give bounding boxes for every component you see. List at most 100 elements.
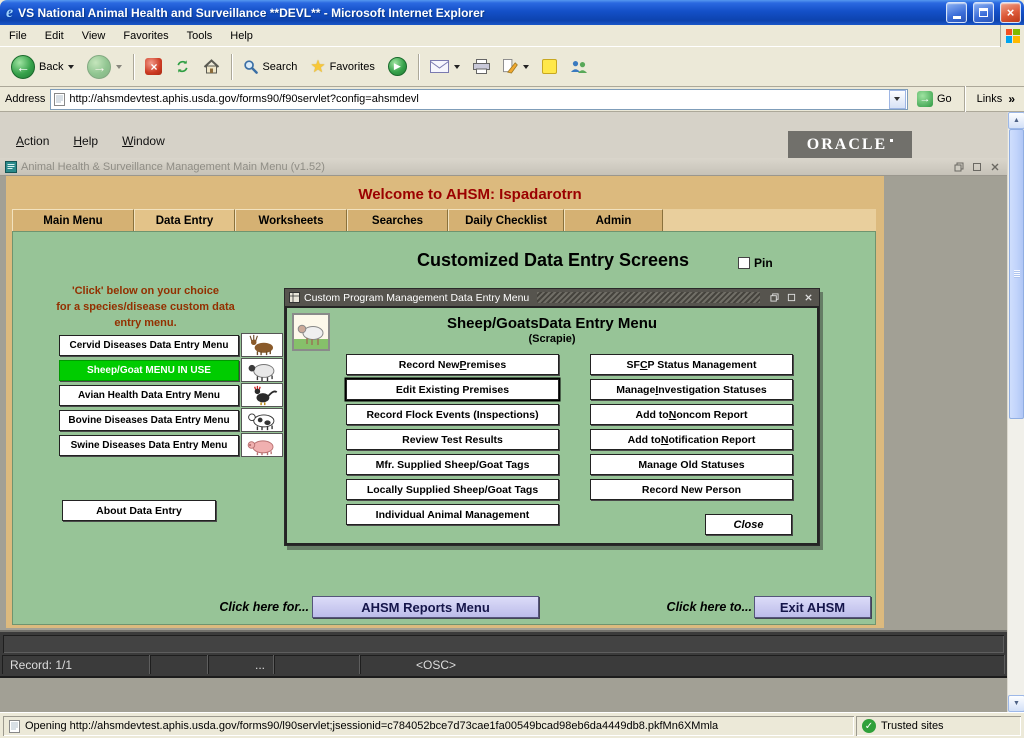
refresh-icon xyxy=(175,59,190,74)
close-dialog-button[interactable]: Close xyxy=(705,514,792,535)
status-field xyxy=(274,655,360,674)
rooster-icon xyxy=(241,383,283,407)
links-button[interactable]: Links » xyxy=(973,92,1019,106)
tab-admin[interactable]: Admin xyxy=(564,209,663,231)
address-input[interactable] xyxy=(69,91,885,108)
home-icon xyxy=(203,59,220,74)
avian-health-menu-button[interactable]: Avian Health Data Entry Menu xyxy=(59,385,239,406)
tab-main-menu[interactable]: Main Menu xyxy=(12,209,134,231)
record-indicator: Record: 1/1 xyxy=(2,655,150,674)
ahsm-reports-menu-button[interactable]: AHSM Reports Menu xyxy=(312,596,539,618)
discuss-button[interactable] xyxy=(537,56,562,77)
maximize-button[interactable] xyxy=(973,2,994,23)
sfcp-status-management-button[interactable]: SFCP Status Management xyxy=(590,354,793,375)
pin-label: Pin xyxy=(754,256,773,270)
mdi-close-icon[interactable] xyxy=(988,160,1002,173)
messenger-button[interactable] xyxy=(565,57,593,77)
scrollbar-thumb[interactable] xyxy=(1009,129,1024,419)
tab-worksheets[interactable]: Worksheets xyxy=(235,209,347,231)
menu-window[interactable]: Window xyxy=(122,134,165,148)
record-new-person-button[interactable]: Record New Person xyxy=(590,479,793,500)
mdi-restore-icon[interactable] xyxy=(952,160,966,173)
menu-help[interactable]: Help xyxy=(73,134,98,148)
locally-supplied-tags-button[interactable]: Locally Supplied Sheep/Goat Tags xyxy=(346,479,559,500)
back-icon: ← xyxy=(11,55,35,79)
scroll-up-button[interactable]: ▲ xyxy=(1008,112,1024,129)
go-icon: → xyxy=(917,91,933,107)
ie-window: e VS National Animal Health and Surveill… xyxy=(0,0,1024,738)
oracle-forms-applet: Action Help Window ORACLE Animal Health … xyxy=(0,112,1024,712)
record-new-premises-button[interactable]: Record New Premises xyxy=(346,354,559,375)
zone-label: Trusted sites xyxy=(881,720,944,732)
mfr-supplied-tags-button[interactable]: Mfr. Supplied Sheep/Goat Tags xyxy=(346,454,559,475)
menu-favorites[interactable]: Favorites xyxy=(114,27,177,45)
menu-view[interactable]: View xyxy=(73,27,115,45)
mdi-window-titlebar: Animal Health & Surveillance Management … xyxy=(0,158,1007,176)
dialog-close-icon[interactable] xyxy=(802,292,815,304)
media-button[interactable]: ▶ xyxy=(383,54,412,79)
address-label: Address xyxy=(5,93,45,105)
refresh-button[interactable] xyxy=(170,56,195,77)
menu-help[interactable]: Help xyxy=(221,27,262,45)
dialog-body: Sheep/GoatsData Entry Menu (Scrapie) Rec… xyxy=(285,306,819,545)
menu-tools[interactable]: Tools xyxy=(178,27,222,45)
exit-ahsm-button[interactable]: Exit AHSM xyxy=(754,596,871,618)
tab-searches[interactable]: Searches xyxy=(347,209,448,231)
manage-investigation-statuses-button[interactable]: Manage Investigation Statuses xyxy=(590,379,793,400)
reports-caption: Click here for... xyxy=(163,600,309,614)
tab-data-entry[interactable]: Data Entry xyxy=(134,209,235,231)
cervid-diseases-menu-button[interactable]: Cervid Diseases Data Entry Menu xyxy=(59,335,239,356)
address-dropdown-button[interactable] xyxy=(889,90,906,109)
search-button[interactable]: Search xyxy=(238,56,302,77)
minimize-button[interactable] xyxy=(946,2,967,23)
menu-edit[interactable]: Edit xyxy=(36,27,73,45)
home-button[interactable] xyxy=(198,56,225,77)
pin-checkbox[interactable] xyxy=(738,257,750,269)
sheep-goat-menu-in-use-button[interactable]: Sheep/Goat MENU IN USE xyxy=(59,360,239,381)
add-to-notification-report-button[interactable]: Add to Notification Report xyxy=(590,429,793,450)
swine-diseases-menu-button[interactable]: Swine Diseases Data Entry Menu xyxy=(59,435,239,456)
individual-animal-management-button[interactable]: Individual Animal Management xyxy=(346,504,559,525)
scroll-down-button[interactable]: ▼ xyxy=(1008,695,1024,712)
close-button[interactable]: × xyxy=(1000,2,1021,23)
manage-old-statuses-button[interactable]: Manage Old Statuses xyxy=(590,454,793,475)
status-message: Opening http://ahsmdevtest.aphis.usda.go… xyxy=(25,720,718,732)
mail-button[interactable] xyxy=(425,57,465,76)
stop-button[interactable]: × xyxy=(140,55,167,78)
status-field: ... xyxy=(208,655,274,674)
stop-icon: × xyxy=(145,58,162,75)
star-icon: ★ xyxy=(310,58,325,75)
add-to-noncom-report-button[interactable]: Add to Noncom Report xyxy=(590,404,793,425)
print-button[interactable] xyxy=(468,56,495,77)
forms-status-line: Record: 1/1 ... <OSC> xyxy=(2,655,1005,674)
dialog-restore-icon[interactable] xyxy=(768,292,781,304)
mdi-window-title: Animal Health & Surveillance Management … xyxy=(21,161,948,173)
vertical-scrollbar[interactable]: ▲ ▼ xyxy=(1007,112,1024,712)
dialog-maximize-icon[interactable] xyxy=(785,292,798,304)
forward-button[interactable]: → xyxy=(82,52,127,82)
forward-icon: → xyxy=(87,55,111,79)
chevron-right-icon: » xyxy=(1008,92,1015,106)
menu-action[interactable]: Action xyxy=(16,134,49,148)
note-icon xyxy=(542,59,557,74)
bovine-diseases-menu-button[interactable]: Bovine Diseases Data Entry Menu xyxy=(59,410,239,431)
go-button[interactable]: → Go xyxy=(913,89,956,109)
mdi-maximize-icon[interactable] xyxy=(970,160,984,173)
back-button[interactable]: ← Back xyxy=(6,52,79,82)
loading-page-icon xyxy=(9,720,20,733)
menu-file[interactable]: File xyxy=(0,27,36,45)
ie-logo-icon: e xyxy=(6,4,13,22)
addressbar-separator xyxy=(964,86,965,112)
edit-existing-premises-button[interactable]: Edit Existing Premises xyxy=(346,379,559,400)
window-titlebar: e VS National Animal Health and Surveill… xyxy=(0,0,1024,25)
tab-daily-checklist[interactable]: Daily Checklist xyxy=(448,209,564,231)
pig-icon xyxy=(241,433,283,457)
address-field xyxy=(50,89,908,110)
about-data-entry-button[interactable]: About Data Entry xyxy=(62,500,216,521)
ie-toolbar: ← Back → × Search ★ Favorites ▶ xyxy=(0,47,1024,87)
favorites-button[interactable]: ★ Favorites xyxy=(305,55,380,78)
dialog-titlebar[interactable]: Custom Program Management Data Entry Men… xyxy=(285,289,819,306)
record-flock-events-button[interactable]: Record Flock Events (Inspections) xyxy=(346,404,559,425)
review-test-results-button[interactable]: Review Test Results xyxy=(346,429,559,450)
edit-button[interactable] xyxy=(498,56,534,77)
